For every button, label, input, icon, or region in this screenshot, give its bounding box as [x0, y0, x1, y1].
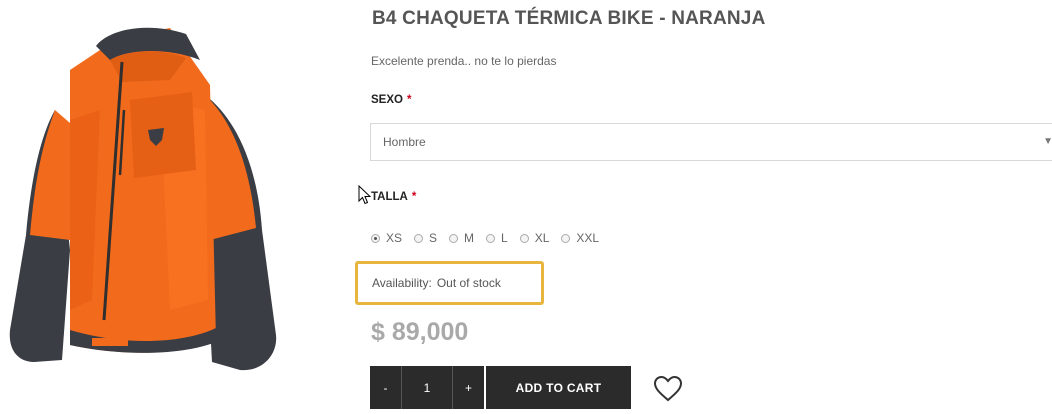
product-short-description: Excelente prenda.. no te lo pierdas [371, 54, 557, 68]
size-options: XS S M L XL XXL [371, 231, 611, 245]
size-label: S [429, 231, 438, 245]
add-to-cart-button[interactable]: ADD TO CART [486, 366, 631, 409]
radio-icon[interactable] [449, 233, 459, 243]
size-label: XL [534, 231, 550, 245]
quantity-input[interactable]: 1 [401, 366, 453, 409]
caret-down-icon: ▼ [1043, 136, 1052, 147]
product-price: $ 89,000 [371, 318, 469, 346]
size-label: XXL [576, 231, 600, 245]
product-details: B4 CHAQUETA TÉRMICA BIKE - NARANJA Excel… [355, 0, 1052, 409]
sexo-select[interactable]: Hombre ▼ [370, 123, 1052, 161]
product-title: B4 CHAQUETA TÉRMICA BIKE - NARANJA [372, 8, 766, 29]
talla-label-text: TALLA [371, 191, 408, 203]
size-label: XS [386, 231, 403, 245]
required-mark: * [406, 94, 412, 106]
size-label: L [501, 231, 508, 245]
size-option-l[interactable]: L [486, 231, 508, 245]
sexo-selected-value: Hombre [383, 135, 426, 149]
size-option-xxl[interactable]: XXL [561, 231, 599, 245]
talla-label: TALLA * [371, 191, 416, 203]
mouse-cursor-icon [358, 185, 372, 205]
availability-box: Availability: Out of stock [355, 261, 544, 305]
product-image[interactable] [0, 0, 290, 409]
jacket-illustration [9, 27, 277, 371]
sexo-label-text: SEXO [371, 94, 403, 106]
size-label: M [464, 231, 475, 245]
radio-icon[interactable] [486, 233, 496, 243]
quantity-decrease-button[interactable]: - [370, 366, 401, 409]
availability-label: Availability: [372, 276, 432, 290]
radio-icon[interactable] [519, 233, 529, 243]
quantity-increase-button[interactable]: + [453, 366, 484, 409]
required-mark: * [411, 191, 417, 203]
size-option-xs[interactable]: XS [371, 231, 402, 245]
radio-icon[interactable] [561, 233, 571, 243]
heart-icon[interactable] [653, 375, 683, 403]
size-option-xl[interactable]: XL [519, 231, 550, 245]
radio-icon[interactable] [371, 233, 380, 243]
sexo-label: SEXO * [371, 94, 411, 106]
size-option-s[interactable]: S [414, 231, 437, 245]
quantity-stepper: - 1 + [370, 366, 484, 409]
availability-value: Out of stock [436, 276, 501, 290]
size-option-m[interactable]: M [449, 231, 474, 245]
radio-icon[interactable] [414, 233, 424, 243]
